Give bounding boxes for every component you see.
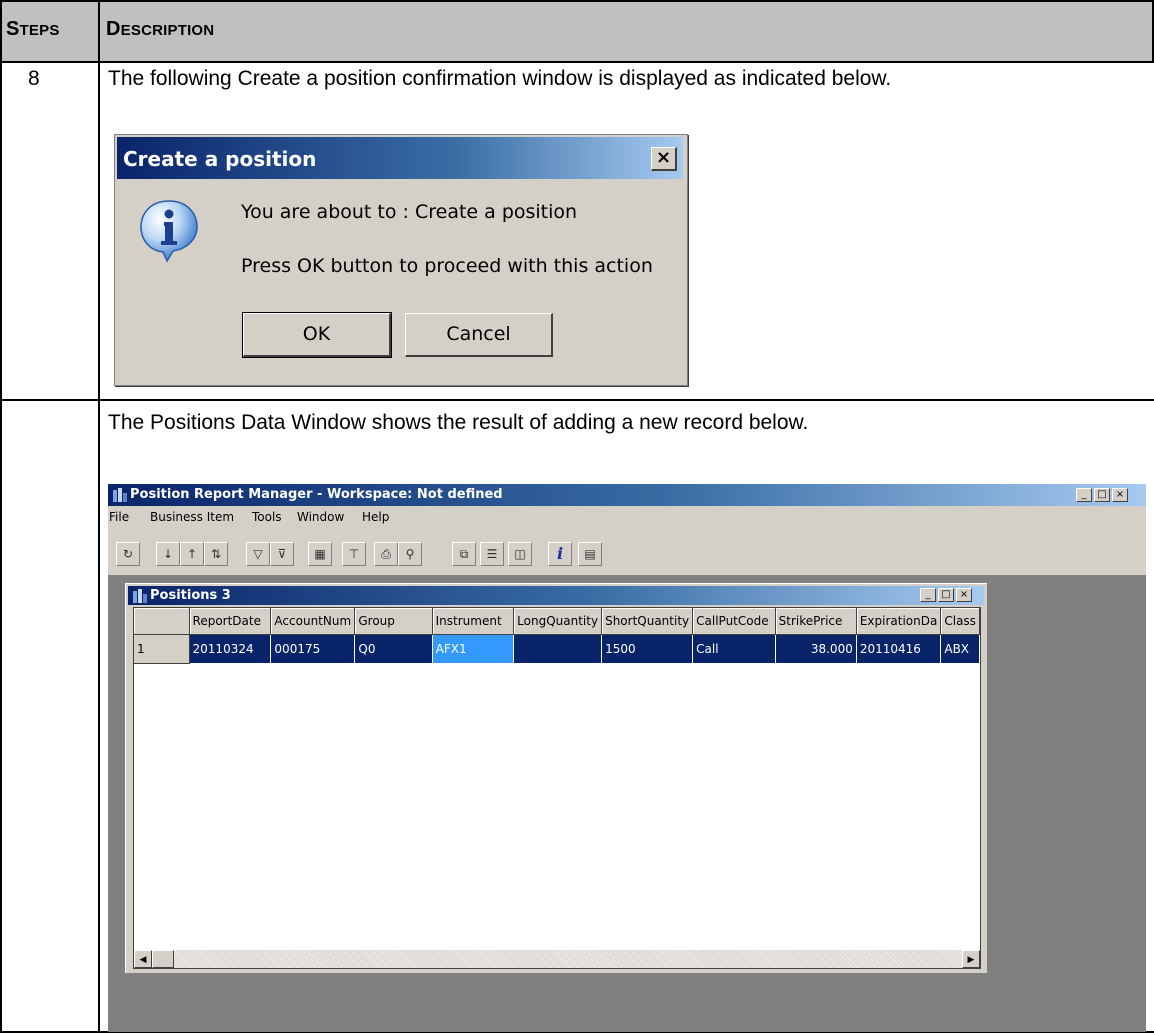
dialog-title: Create a position: [123, 147, 317, 171]
confirmation-dialog: Create a position × You are about to : C…: [114, 134, 688, 386]
table-cell[interactable]: 1500: [601, 634, 694, 664]
minimize-button[interactable]: _: [1076, 488, 1092, 502]
dialog-prompt: Press OK button to proceed with this act…: [241, 255, 653, 277]
close-button[interactable]: ×: [651, 147, 677, 171]
column-header[interactable]: ReportDate: [189, 608, 272, 635]
table-cell[interactable]: ABX: [940, 634, 980, 664]
window-tile-horizontal-icon[interactable]: ☰: [480, 542, 504, 566]
maximize-button[interactable]: □: [938, 588, 954, 602]
column-header[interactable]: [134, 608, 190, 635]
step-description: The Positions Data Window shows the resu…: [108, 411, 809, 434]
menu-file[interactable]: File: [109, 510, 129, 524]
column-header[interactable]: AccountNum: [270, 608, 356, 635]
table-cell[interactable]: 20110324: [189, 634, 272, 664]
print-icon[interactable]: ⎙: [374, 542, 398, 566]
maximize-button[interactable]: □: [1094, 488, 1110, 502]
grid-icon[interactable]: ▤: [578, 542, 602, 566]
position-report-manager-window: Position Report Manager - Workspace: Not…: [108, 484, 1146, 1032]
app-logo-icon: [113, 488, 127, 502]
cancel-button[interactable]: Cancel: [405, 313, 553, 357]
positions-window: Positions 3 _ □ × ReportDate AccountNum …: [124, 582, 988, 974]
close-button[interactable]: ×: [956, 588, 972, 602]
menu-help[interactable]: Help: [362, 510, 389, 524]
window-cascade-icon[interactable]: ⧉: [452, 542, 476, 566]
positions-title-bar[interactable]: Positions 3 _ □ ×: [128, 586, 984, 605]
chart-icon[interactable]: ▦: [308, 542, 332, 566]
column-header[interactable]: LongQuantity: [513, 608, 603, 635]
sort-custom-icon[interactable]: ⇅: [204, 542, 228, 566]
close-button[interactable]: ×: [1112, 488, 1128, 502]
scrollbar-thumb[interactable]: [152, 950, 174, 968]
info-icon[interactable]: i: [548, 542, 572, 566]
table-cell[interactable]: 000175: [270, 634, 356, 664]
mdi-workspace: Positions 3 _ □ × ReportDate AccountNum …: [108, 575, 1146, 1032]
table-cell[interactable]: [513, 634, 603, 664]
minimize-button[interactable]: _: [920, 588, 936, 602]
step-description: The following Create a position confirma…: [108, 67, 892, 90]
header-row: ReportDate AccountNum Group Instrument L…: [134, 608, 980, 635]
dialog-title-bar[interactable]: Create a position ×: [117, 137, 683, 179]
column-header[interactable]: Class: [940, 608, 980, 635]
filter-icon[interactable]: ▽: [246, 542, 270, 566]
filter-clear-icon[interactable]: ⊽: [270, 542, 294, 566]
horizontal-scrollbar[interactable]: ◀ ▶: [134, 950, 980, 968]
steps-column-header: STEPS: [6, 18, 60, 40]
information-icon: [140, 200, 198, 263]
menu-tools[interactable]: Tools: [252, 510, 282, 524]
positions-title: Positions 3: [150, 588, 231, 603]
app-title-bar[interactable]: Position Report Manager - Workspace: Not…: [108, 484, 1146, 506]
positions-grid: ReportDate AccountNum Group Instrument L…: [133, 607, 981, 969]
sort-descending-icon[interactable]: ↑: [180, 542, 204, 566]
table-cell[interactable]: Q0: [354, 634, 433, 664]
column-header[interactable]: ExpirationDa: [856, 608, 942, 635]
find-icon[interactable]: ⚲: [398, 542, 422, 566]
menu-window[interactable]: Window: [297, 510, 344, 524]
scroll-left-icon[interactable]: ◀: [134, 950, 152, 968]
app-title: Position Report Manager - Workspace: Not…: [130, 487, 503, 502]
description-column-header: DESCRIPTION: [106, 18, 215, 40]
menu-business-item[interactable]: Business Item: [150, 510, 234, 524]
table-row[interactable]: 1 20110324 000175 Q0 AFX1 1500 Call 38.0…: [134, 634, 980, 664]
selected-cell[interactable]: AFX1: [431, 634, 515, 664]
refresh-icon[interactable]: ↻: [116, 542, 140, 566]
dialog-message: You are about to : Create a position: [241, 201, 578, 223]
table-cell[interactable]: 38.000: [775, 634, 857, 664]
step-number: 8: [28, 67, 40, 90]
toolbar: ↻ ↓ ↑ ⇅ ▽ ⊽ ▦ ⊤ ⎙ ⚲ ⧉ ☰ ◫ i ▤: [108, 538, 1146, 572]
column-header[interactable]: Instrument: [432, 608, 515, 635]
column-header[interactable]: Group: [354, 608, 433, 635]
column-header[interactable]: StrikePrice: [775, 608, 857, 635]
positions-table: ReportDate AccountNum Group Instrument L…: [134, 608, 980, 664]
table-cell[interactable]: 20110416: [856, 634, 942, 664]
column-header[interactable]: CallPutCode: [692, 608, 776, 635]
row-header[interactable]: 1: [134, 634, 190, 664]
pin-icon[interactable]: ⊤: [342, 542, 366, 566]
ok-button[interactable]: OK: [242, 312, 392, 358]
column-header[interactable]: ShortQuantity: [601, 608, 694, 635]
window-tile-vertical-icon[interactable]: ◫: [508, 542, 532, 566]
window-logo-icon: [133, 589, 147, 603]
sort-ascending-icon[interactable]: ↓: [156, 542, 180, 566]
table-cell[interactable]: Call: [692, 634, 776, 664]
scroll-right-icon[interactable]: ▶: [962, 950, 980, 968]
